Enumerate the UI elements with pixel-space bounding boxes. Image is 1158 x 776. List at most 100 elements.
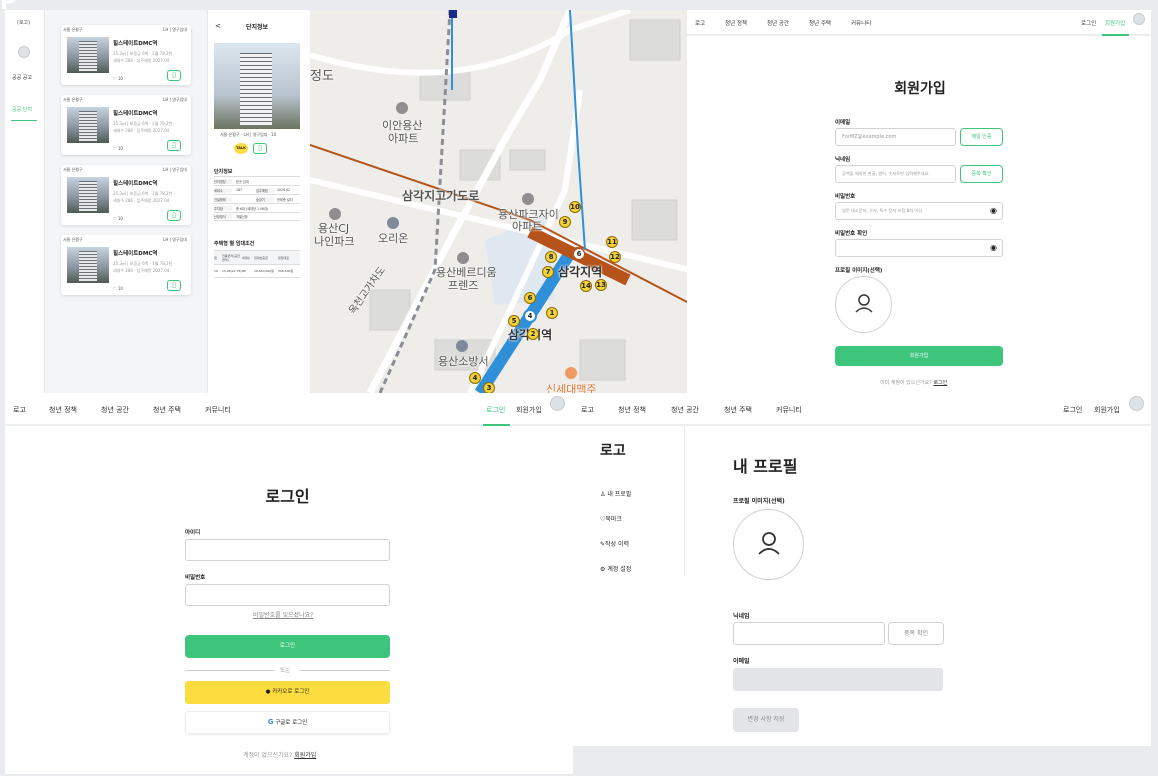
nav-logo[interactable]: 로고 (581, 405, 594, 415)
nickname-check-button[interactable]: 중복 확인 (888, 622, 944, 645)
rail-menu-notice[interactable]: 공공 공고 (12, 74, 32, 81)
email-field[interactable]: ForMZ@example.com (835, 128, 956, 146)
exit-marker[interactable]: 10 (569, 201, 581, 213)
nav-logo[interactable]: 로고 (695, 19, 705, 27)
map-panel[interactable]: 정도 이안용산 아파트 삼각지고가도로 용산파크자이 아파트 용산CJ 나인파크… (310, 10, 687, 393)
exit-marker[interactable]: 14 (580, 280, 592, 292)
nav-housing[interactable]: 청년 주택 (724, 405, 752, 415)
map-place-label: 정도 (310, 69, 334, 84)
subway-station-label[interactable]: 삼각지역 (558, 263, 602, 280)
bookmark-icon[interactable]: ▯ (167, 280, 181, 291)
apartment-pin-icon[interactable] (396, 102, 408, 114)
exit-marker[interactable]: 9 (559, 216, 571, 228)
nav-login[interactable]: 로그인 (486, 405, 505, 415)
bookmark-icon[interactable]: ▯ (167, 210, 181, 221)
save-changes-button[interactable]: 변경 사항 저장 (733, 708, 799, 732)
housing-card[interactable]: 서울 은평구 LH | 영구임대 힐스테이트DMC역 25.3㎡ | 보증금 6… (61, 95, 191, 155)
map-place-label[interactable]: 오리온 (378, 230, 408, 246)
google-login-button[interactable]: G 구글로 로그인 (185, 711, 390, 734)
exit-marker[interactable]: 11 (606, 236, 618, 248)
id-field[interactable] (185, 539, 390, 561)
map-place-label[interactable]: 용산소방서 (438, 353, 489, 369)
apartment-pin-icon[interactable] (457, 252, 469, 264)
map-place-label[interactable]: 나인파크 (314, 233, 354, 249)
nav-space[interactable]: 청년 공간 (767, 19, 789, 27)
bookmark-icon[interactable]: ▯ (167, 140, 181, 151)
housing-card[interactable]: 서울 은평구 LH | 영구임대 힐스테이트DMC역 25.3㎡ | 보증금 6… (61, 235, 191, 295)
nav-community[interactable]: 커뮤니티 (205, 405, 231, 415)
housing-card[interactable]: 서울 은평구 LH | 영구임대 힐스테이트DMC역 25.3㎡ | 보증금 6… (61, 165, 191, 225)
back-button[interactable]: < (215, 22, 221, 30)
eye-icon[interactable]: ◉ (990, 206, 997, 215)
sidebar-item-profile[interactable]: ♙ 내 프로필 (600, 489, 631, 498)
table-cell: 개별난방 (236, 215, 248, 219)
map-place-label[interactable]: 프렌즈 (448, 277, 478, 293)
housing-card[interactable]: 서울 은평구 LH | 영구임대 힐스테이트DMC역 25.3㎡ | 보증금 6… (61, 25, 191, 85)
nav-policy[interactable]: 청년 정책 (725, 19, 747, 27)
nav-signup[interactable]: 회원가입 (1094, 405, 1120, 415)
login-submit-button[interactable]: 로그인 (185, 635, 390, 658)
exit-marker[interactable]: 4 (469, 372, 481, 384)
bookmark-icon[interactable]: ▯ (167, 70, 181, 81)
profile-image-upload[interactable] (835, 276, 892, 333)
sidebar-logo[interactable]: 로고 (600, 440, 626, 460)
signup-submit-button[interactable]: 회원가입 (835, 346, 1003, 366)
kakao-login-button[interactable]: ● 카카오로 로그인 (185, 681, 390, 704)
kakao-talk-share-icon[interactable]: TALK (234, 143, 248, 154)
exit-marker[interactable]: 13 (595, 279, 607, 291)
exit-marker[interactable]: 3 (483, 382, 495, 393)
nav-community[interactable]: 커뮤니티 (776, 405, 802, 415)
signup-link[interactable]: 회원가입 (294, 752, 316, 759)
rail-menu-complex[interactable]: 공공 단지 (12, 106, 32, 113)
exit-marker[interactable]: 12 (609, 251, 621, 263)
table-cell: 15.48(21.78) (222, 269, 242, 273)
nickname-check-button[interactable]: 중복 확인 (960, 165, 1003, 183)
bookmark-icon[interactable]: ▯ (253, 143, 267, 154)
sidebar-item-bookmark[interactable]: ♡북마크 (600, 514, 622, 523)
password-field[interactable]: 영문 대소문자, 숫자, 특수 문자 포함 8자 이상 ◉ (835, 202, 1003, 220)
nav-space[interactable]: 청년 공간 (671, 405, 699, 415)
exit-marker[interactable]: 5 (508, 315, 520, 327)
profile-image-upload[interactable] (733, 509, 804, 580)
user-avatar[interactable] (1133, 13, 1145, 25)
apartment-pin-icon[interactable] (329, 208, 341, 220)
restaurant-pin-icon[interactable] (565, 367, 577, 379)
password-field[interactable] (185, 584, 390, 606)
nav-community[interactable]: 커뮤니티 (851, 19, 871, 27)
login-link[interactable]: 로그인 (933, 380, 947, 386)
sidebar-item-history[interactable]: ✎작성 이력 (600, 539, 629, 548)
map-place-label[interactable]: 아파트 (388, 130, 418, 146)
forgot-password-link[interactable]: 비밀번호를 잊으셨나요? (253, 610, 313, 619)
exit-marker[interactable]: 6 (524, 292, 536, 304)
nav-login[interactable]: 로그인 (1063, 405, 1082, 415)
nav-space[interactable]: 청년 공간 (101, 405, 129, 415)
map-place-label[interactable]: 신세대맥주 (546, 381, 597, 393)
exit-marker[interactable]: 1 (546, 307, 558, 319)
exit-marker[interactable]: 4 (524, 310, 536, 322)
map-place-label[interactable]: 아파트 (512, 218, 542, 234)
user-avatar[interactable] (1129, 396, 1144, 411)
nav-logo[interactable]: 로고 (13, 405, 26, 415)
rail-avatar[interactable] (18, 46, 30, 58)
email-verify-button[interactable]: 메일 인증 (960, 128, 1003, 146)
nav-signup[interactable]: 회원가입 (516, 405, 542, 415)
user-avatar[interactable] (550, 396, 565, 411)
nav-signup[interactable]: 회원가입 (1105, 19, 1125, 27)
fire-station-pin-icon[interactable] (456, 340, 468, 352)
building-pin-icon[interactable] (387, 217, 399, 229)
exit-marker[interactable]: 2 (527, 328, 539, 340)
password-confirm-field[interactable]: ◉ (835, 239, 1003, 257)
nav-login[interactable]: 로그인 (1081, 19, 1096, 27)
apartment-pin-icon[interactable] (522, 193, 534, 205)
nav-housing[interactable]: 청년 주택 (809, 19, 831, 27)
nickname-field[interactable]: 공백을 제외한 한글, 영어, 숫자로만 입력해주세요. (835, 165, 956, 183)
exit-marker[interactable]: 7 (542, 266, 554, 278)
eye-icon[interactable]: ◉ (990, 243, 997, 252)
nav-policy[interactable]: 청년 정책 (49, 405, 77, 415)
nav-policy[interactable]: 청년 정책 (618, 405, 646, 415)
sidebar-item-settings[interactable]: ⚙ 계정 설정 (600, 564, 631, 573)
nav-housing[interactable]: 청년 주택 (153, 405, 181, 415)
exit-marker[interactable]: 6 (573, 248, 585, 260)
exit-marker[interactable]: 8 (545, 251, 557, 263)
nickname-field[interactable] (733, 622, 885, 645)
